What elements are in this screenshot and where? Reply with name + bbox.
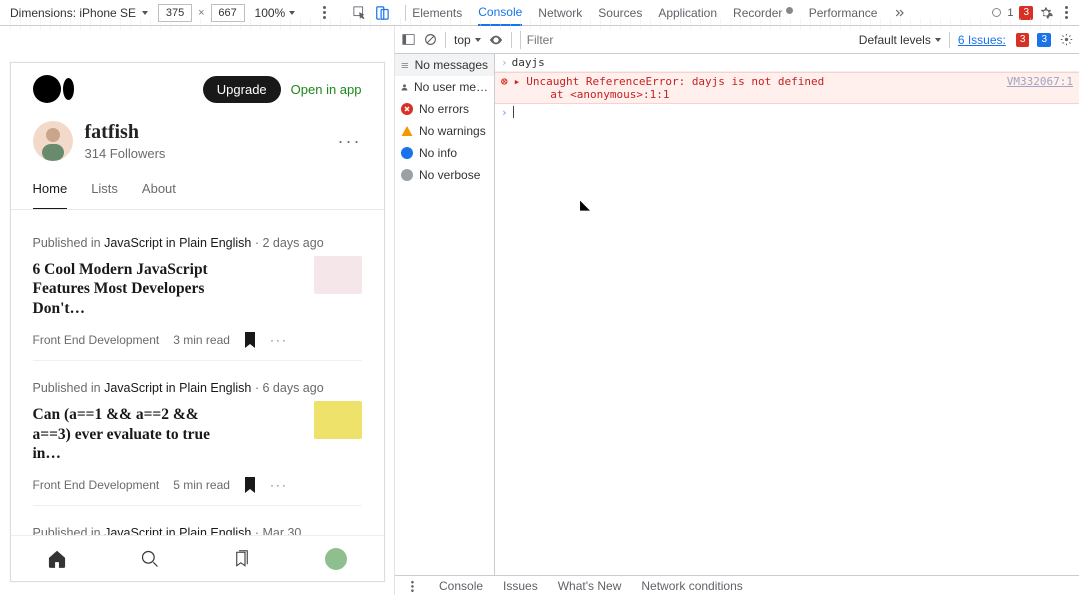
tab-about[interactable]: About (142, 181, 176, 209)
bottom-nav (11, 535, 384, 581)
chevron-down-icon (289, 11, 295, 15)
post-title: 6 Cool Modern JavaScript Features Most D… (33, 260, 233, 318)
chevron-down-icon (935, 38, 941, 42)
drawer-tab-issues[interactable]: Issues (503, 579, 538, 593)
open-in-app-link[interactable]: Open in app (291, 82, 362, 97)
device-preview-pane: Upgrade Open in app fatfish 314 Follower… (0, 26, 395, 595)
issues-info-badge[interactable]: 3 (1037, 33, 1051, 47)
recorder-badge (786, 7, 793, 14)
console-pane: top Default levels 6 Issues: 3 3 No mess… (395, 26, 1079, 595)
profile-tabs: Home Lists About (11, 165, 384, 210)
read-time: 5 min read (173, 478, 230, 492)
clear-console-icon[interactable] (423, 33, 437, 47)
tab-home[interactable]: Home (33, 181, 68, 209)
console-input-line[interactable]: › (495, 104, 1079, 121)
error-icon: ⊗ (501, 75, 508, 101)
post-item[interactable]: Published in JavaScript in Plain English… (33, 361, 362, 506)
username: fatfish (85, 121, 166, 144)
sidebar-no-verbose[interactable]: No verbose (395, 164, 494, 186)
sidebar-no-warnings[interactable]: No warnings (395, 120, 494, 142)
prompt-icon: › (501, 56, 508, 69)
error-source-link[interactable]: VM332067:1 (1007, 75, 1073, 101)
read-time: 3 min read (173, 333, 230, 347)
issues-error-badge[interactable]: 3 (1016, 33, 1030, 47)
post-title: Can (a==1 && a==2 && a==3) ever evaluate… (33, 405, 233, 463)
sidebar-no-info[interactable]: No info (395, 142, 494, 164)
nav-avatar-icon[interactable] (325, 548, 347, 570)
upgrade-button[interactable]: Upgrade (203, 76, 281, 103)
live-expression-icon[interactable] (489, 33, 503, 47)
followers-count: 314 Followers (85, 146, 166, 161)
post-item[interactable]: Published in JavaScript in Plain English… (33, 216, 362, 361)
drawer-tabs: Console Issues What's New Network condit… (395, 575, 1079, 595)
status-dot-grey (992, 8, 1001, 17)
text-cursor (513, 106, 514, 118)
sidebar-toggle-icon[interactable] (401, 33, 415, 47)
user-more-icon[interactable]: ··· (338, 131, 362, 152)
sidebar-no-errors[interactable]: No errors (395, 98, 494, 120)
drawer-tab-whatsnew[interactable]: What's New (558, 579, 622, 593)
issues-link[interactable]: 6 Issues: (958, 33, 1006, 47)
drawer-more-icon[interactable] (406, 580, 418, 592)
nav-home-icon[interactable] (47, 549, 67, 569)
post-tag[interactable]: Front End Development (33, 333, 160, 347)
bookmark-icon[interactable] (244, 477, 256, 493)
console-toolbar: top Default levels 6 Issues: 3 3 (395, 26, 1079, 54)
log-level-select[interactable]: Default levels (859, 33, 941, 47)
post-more-icon[interactable]: ··· (270, 478, 288, 492)
posts-list: Published in JavaScript in Plain English… (11, 210, 384, 582)
sidebar-no-messages[interactable]: No messages (395, 54, 494, 76)
user-avatar[interactable] (33, 121, 73, 161)
dimension-separator: × (198, 7, 204, 19)
prompt-icon: › (501, 106, 508, 119)
console-sidebar: No messages No user me… No errors No war… (395, 54, 495, 575)
chevron-down-icon (142, 11, 148, 15)
tab-lists[interactable]: Lists (91, 181, 118, 209)
medium-logo-icon[interactable] (33, 75, 61, 103)
drawer-tab-console[interactable]: Console (439, 579, 483, 593)
context-select[interactable]: top (454, 33, 481, 47)
post-thumbnail (314, 401, 362, 439)
drawer-tab-network-conditions[interactable]: Network conditions (641, 579, 742, 593)
nav-bookmarks-icon[interactable] (232, 549, 252, 569)
console-log[interactable]: › dayjs ⊗ ▸ Uncaught ReferenceError: day… (495, 54, 1079, 575)
sidebar-no-user[interactable]: No user me… (395, 76, 494, 98)
console-command-line: › dayjs (495, 54, 1079, 72)
post-tag[interactable]: Front End Development (33, 478, 160, 492)
filter-input[interactable] (520, 31, 682, 49)
post-more-icon[interactable]: ··· (270, 333, 288, 347)
device-viewport: Upgrade Open in app fatfish 314 Follower… (10, 62, 385, 582)
bookmark-icon[interactable] (244, 332, 256, 348)
ruler (10, 26, 395, 30)
console-settings-icon[interactable] (1059, 33, 1073, 47)
post-thumbnail (314, 256, 362, 294)
nav-search-icon[interactable] (140, 549, 160, 569)
chevron-down-icon (475, 38, 481, 42)
console-error-line: ⊗ ▸ Uncaught ReferenceError: dayjs is no… (495, 72, 1079, 104)
